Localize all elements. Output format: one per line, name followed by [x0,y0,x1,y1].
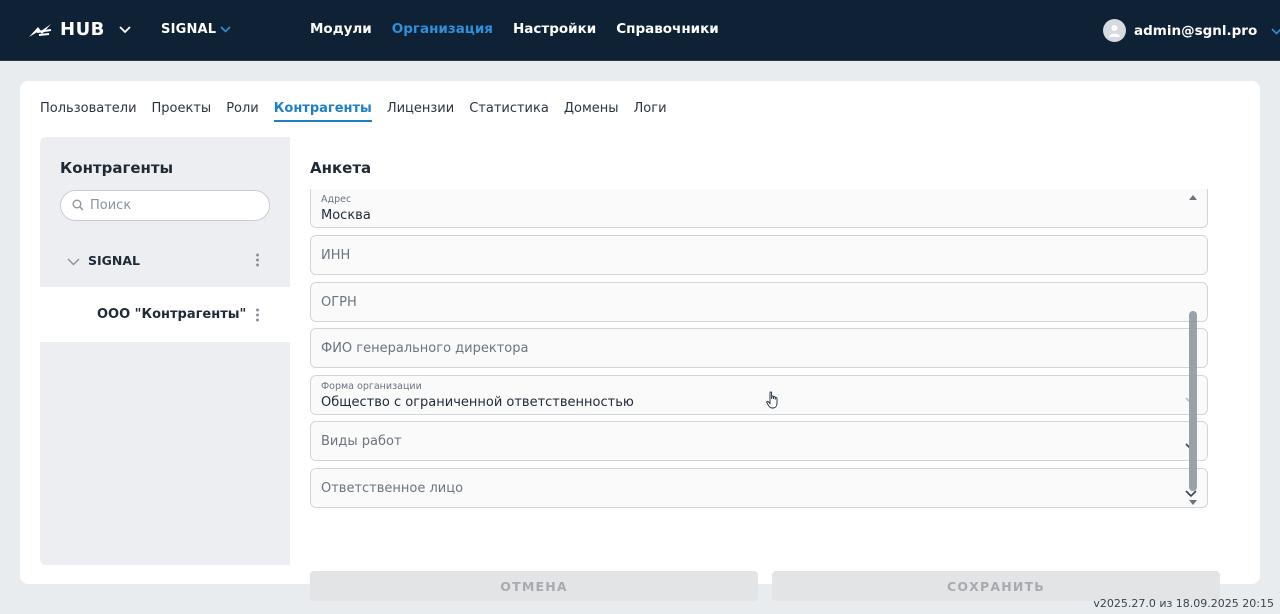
field-placeholder: ИНН [321,248,351,263]
logo-text: HUB [60,19,105,40]
top-bar: HUB SIGNAL Модули Организация Настройки … [0,0,1280,61]
version-label: v2025.27.0 из 18.09.2025 20:15 [1093,597,1274,610]
main-card: Пользователи Проекты Роли Контрагенты Ли… [20,81,1260,601]
chevron-down-icon[interactable] [119,25,131,34]
nav-settings[interactable]: Настройки [513,21,596,37]
nav-directories[interactable]: Справочники [616,21,719,37]
hand-cursor-icon [766,391,780,413]
field-placeholder: Виды работ [321,434,402,449]
more-options-icon[interactable] [256,308,260,321]
logo-icon [28,22,52,38]
workspace-label: SIGNAL [161,22,217,37]
tree-item-label: SIGNAL [88,252,141,268]
tree-item-counterparty[interactable]: ООО "Контрагенты" [40,287,290,342]
section-tabs: Пользователи Проекты Роли Контрагенты Ли… [40,101,667,122]
chevron-down-icon[interactable] [67,251,80,270]
work-types-select[interactable]: Виды работ [310,421,1208,461]
search-icon [72,196,84,215]
counterparties-panel: Контрагенты SIGNAL ООО "Контрагенты" [40,137,290,565]
tree-item-signal[interactable]: SIGNAL [40,245,290,275]
hub-logo[interactable]: HUB [28,19,131,40]
nav-modules[interactable]: Модули [310,21,372,37]
tab-licenses[interactable]: Лицензии [387,101,454,122]
main-nav: Модули Организация Настройки Справочники [310,21,719,37]
field-placeholder: ФИО генерального директора [321,341,529,356]
user-menu[interactable]: admin@sgnl.pro [1103,19,1280,42]
panel-title: Контрагенты [60,159,174,177]
address-field[interactable]: Адрес Москва [310,189,1208,228]
search-input[interactable] [90,198,260,213]
scroll-thumb[interactable] [1189,311,1197,491]
tab-domains[interactable]: Домены [564,101,619,122]
more-options-icon[interactable] [256,253,260,267]
chevron-down-icon [220,22,231,37]
tab-projects[interactable]: Проекты [152,101,212,122]
tab-counterparties[interactable]: Контрагенты [273,101,372,122]
tab-logs[interactable]: Логи [634,101,667,122]
chevron-down-icon[interactable] [1271,23,1280,39]
inn-field[interactable]: ИНН [310,235,1208,275]
field-label: Форма организации [321,381,422,392]
tab-users[interactable]: Пользователи [40,101,137,122]
scroll-up-icon[interactable] [1189,195,1197,200]
tab-roles[interactable]: Роли [226,101,259,122]
ogrn-field[interactable]: ОГРН [310,282,1208,322]
user-email: admin@sgnl.pro [1134,22,1258,39]
form-title: Анкета [310,159,372,177]
form-scrollbar[interactable] [1186,191,1200,505]
nav-organization[interactable]: Организация [392,21,493,37]
search-box[interactable] [60,190,270,221]
workspace-selector[interactable]: SIGNAL [161,22,231,37]
field-value: Общество с ограниченной ответственностью [321,395,634,410]
director-field[interactable]: ФИО генерального директора [310,328,1208,368]
form-panel: Анкета Адрес Москва ИНН ОГРН ФИО генерал… [290,137,1240,601]
field-value: Москва [321,208,371,223]
field-placeholder: ОГРН [321,295,357,310]
field-placeholder: Ответственное лицо [321,481,464,496]
org-form-select[interactable]: Форма организации Общество с ограниченно… [310,375,1208,415]
field-label: Адрес [321,194,352,205]
tree-item-label: ООО "Контрагенты" [97,307,247,322]
tab-statistics[interactable]: Статистика [469,101,549,122]
scroll-down-icon[interactable] [1189,500,1197,505]
avatar [1103,19,1126,42]
cancel-button[interactable]: ОТМЕНА [310,571,758,601]
responsible-select[interactable]: Ответственное лицо [310,468,1208,508]
